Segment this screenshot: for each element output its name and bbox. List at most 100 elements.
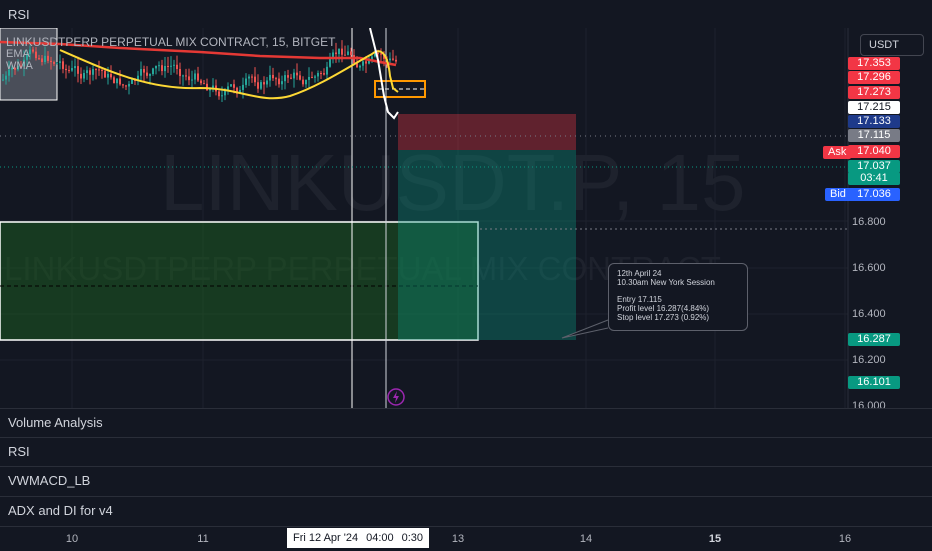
pane-title: Volume Analysis [8, 415, 103, 430]
vwmacd-pane[interactable]: VWMACD_LB [0, 466, 932, 494]
rsi-pane[interactable]: RSI [0, 437, 932, 465]
candle-body [311, 76, 313, 78]
candle-body [284, 75, 286, 82]
candle-body [113, 77, 115, 84]
candle-body [230, 84, 232, 87]
candle-body [395, 59, 397, 62]
price-chart[interactable]: LINKUSDT.P, 15 LINKUSDTPERP PERPETUAL MI… [0, 28, 932, 408]
candle-body [260, 82, 262, 89]
candle-body [272, 74, 274, 79]
candle-body [110, 73, 112, 78]
adx-pane[interactable]: ADX and DI for v4 [0, 496, 932, 524]
candle-body [242, 84, 244, 90]
crosshair-time-label: Fri 12 Apr '24 04:00 0:30 [287, 528, 430, 548]
candle-body [380, 53, 382, 55]
candle-body [263, 82, 265, 85]
ema-fast-line [369, 28, 399, 120]
candle-body [269, 74, 271, 81]
candle-body [302, 79, 304, 85]
crosshair-date: Fri 12 Apr '24 [293, 532, 359, 544]
candle-body [257, 82, 259, 89]
candle-body [197, 73, 199, 81]
candle-body [233, 84, 235, 88]
pane-title: VWMACD_LB [8, 473, 91, 488]
candle-body [305, 79, 307, 85]
time-tick: 13 [451, 533, 465, 545]
candle-body [119, 78, 121, 85]
candle-body [146, 72, 148, 76]
candle-body [125, 85, 127, 87]
profit-zone[interactable] [398, 150, 576, 340]
candle-body [80, 73, 82, 79]
volume-analysis-pane[interactable]: Volume Analysis [0, 408, 932, 436]
candle-body [191, 79, 193, 81]
candle-body [188, 76, 190, 81]
note-pointer [561, 319, 609, 339]
price-axis-tick: 16.800 [852, 216, 886, 228]
time-axis[interactable]: 10 11 13 14 15 16 Fri 12 Apr '24 04:00 0… [0, 526, 932, 551]
price-label: 16.287 [848, 333, 900, 346]
price-label: 16.101 [848, 376, 900, 389]
note-entry: Entry 17.115 [617, 295, 662, 304]
note-date: 12th April 24 [617, 269, 662, 278]
candle-body [266, 80, 268, 85]
pane-title: RSI [8, 6, 30, 22]
candle-body [293, 72, 295, 79]
price-label: 17.036 [848, 188, 900, 201]
stop-zone[interactable] [398, 114, 576, 150]
trade-note[interactable]: 12th April 24 10.30am New York Session E… [608, 263, 748, 331]
indicator-ema[interactable]: EMA [6, 48, 335, 60]
price-label: 03:41 [848, 172, 900, 185]
time-tick: 14 [579, 533, 593, 545]
rsi-pane-header[interactable]: RSI [0, 0, 932, 28]
currency-button[interactable]: USDT [860, 34, 924, 56]
lightning-icon[interactable] [387, 388, 405, 406]
crosshair-time: 04:00 [366, 532, 394, 544]
candle-body [299, 75, 301, 80]
price-label: 17.273 [848, 86, 900, 99]
price-axis-tick: 16.200 [852, 354, 886, 366]
indicator-wma[interactable]: WMA [6, 60, 335, 72]
time-tick: 15 [708, 533, 722, 545]
candle-body [185, 75, 187, 77]
price-label: 17.133 [848, 115, 900, 128]
price-label: 17.296 [848, 71, 900, 84]
candle-body [317, 72, 319, 77]
candle-body [290, 77, 292, 79]
symbol-title[interactable]: LINKUSDTPERP PERPETUAL MIX CONTRACT, 15,… [6, 36, 335, 48]
time-tick: 11 [197, 533, 209, 545]
chart-legend: LINKUSDTPERP PERPETUAL MIX CONTRACT, 15,… [6, 36, 335, 72]
candle-body [320, 72, 322, 74]
candle-body [116, 78, 118, 84]
candle-body [287, 75, 289, 78]
candle-body [350, 51, 352, 56]
candle-body [107, 73, 109, 78]
candle-body [365, 61, 367, 64]
candle-body [392, 58, 394, 60]
price-label: 17.353 [848, 57, 900, 70]
pane-title: RSI [8, 444, 30, 459]
pane-title: ADX and DI for v4 [8, 503, 113, 518]
candle-body [314, 76, 316, 78]
candle-body [227, 86, 229, 90]
candle-body [128, 83, 130, 87]
price-label: 17.040 [848, 145, 900, 158]
note-session: 10.30am New York Session [617, 278, 715, 287]
candle-body [2, 79, 4, 81]
note-stop: Stop level 17.273 (0.92%) [617, 313, 710, 322]
bid-tag: Bid [825, 188, 851, 201]
candle-body [362, 61, 364, 66]
candle-body [251, 76, 253, 78]
candle-body [344, 54, 346, 56]
price-label: 17.115 [848, 129, 900, 142]
candle-body [149, 74, 151, 76]
time-tick: 10 [65, 533, 79, 545]
bar-countdown: 0:30 [401, 532, 424, 544]
candle-body [389, 58, 391, 61]
candle-body [341, 48, 343, 55]
candle-body [338, 48, 340, 55]
candle-body [278, 78, 280, 85]
candle-body [221, 95, 223, 97]
candle-body [194, 73, 196, 80]
candle-body [359, 65, 361, 68]
